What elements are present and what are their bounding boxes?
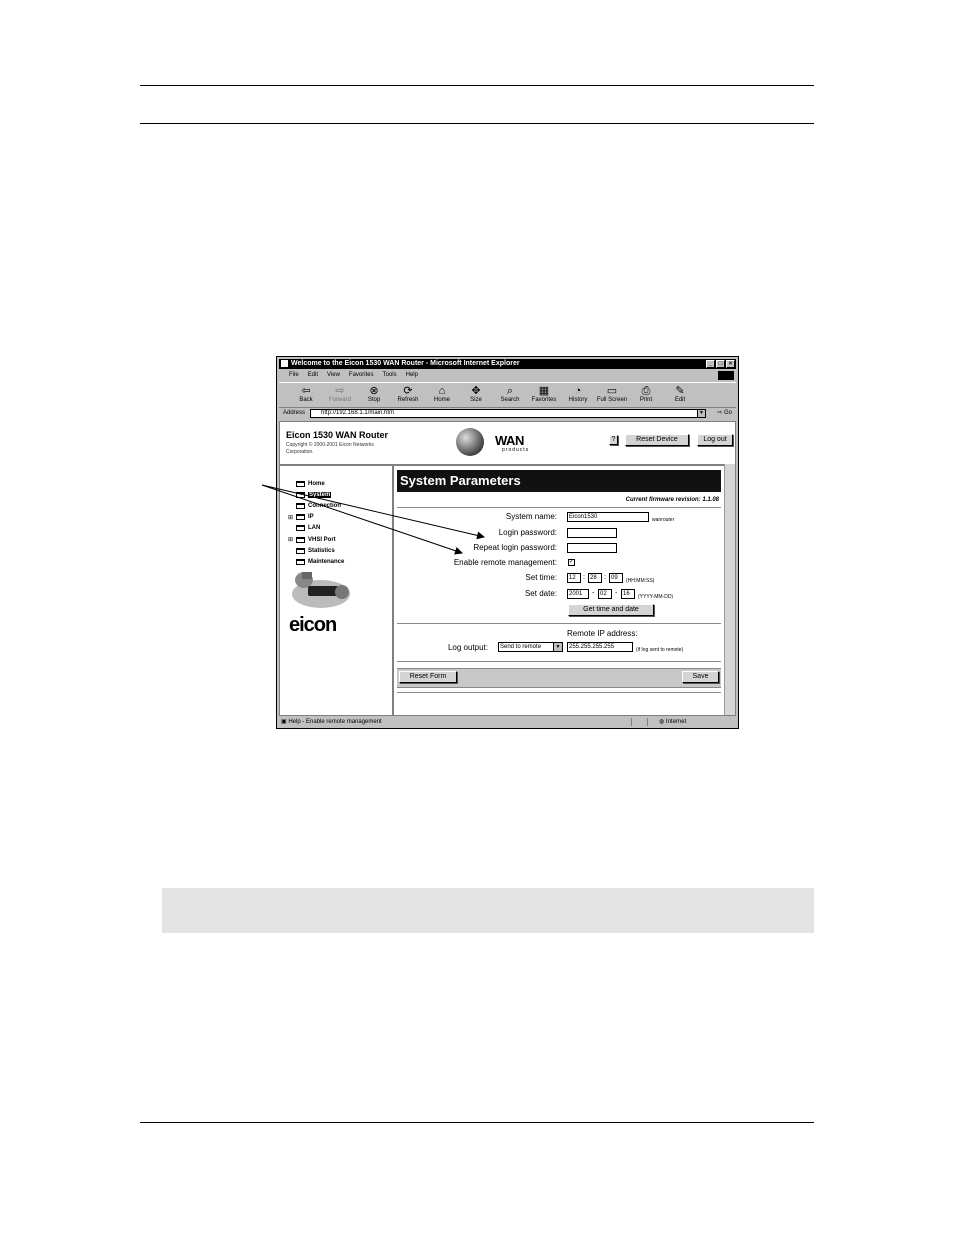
callout-arrow-login bbox=[261, 484, 485, 540]
page-rule-bottom bbox=[140, 1122, 814, 1123]
note-box bbox=[162, 888, 814, 933]
callout-arrow-repeat bbox=[261, 484, 463, 555]
callout-arrows bbox=[261, 484, 485, 555]
